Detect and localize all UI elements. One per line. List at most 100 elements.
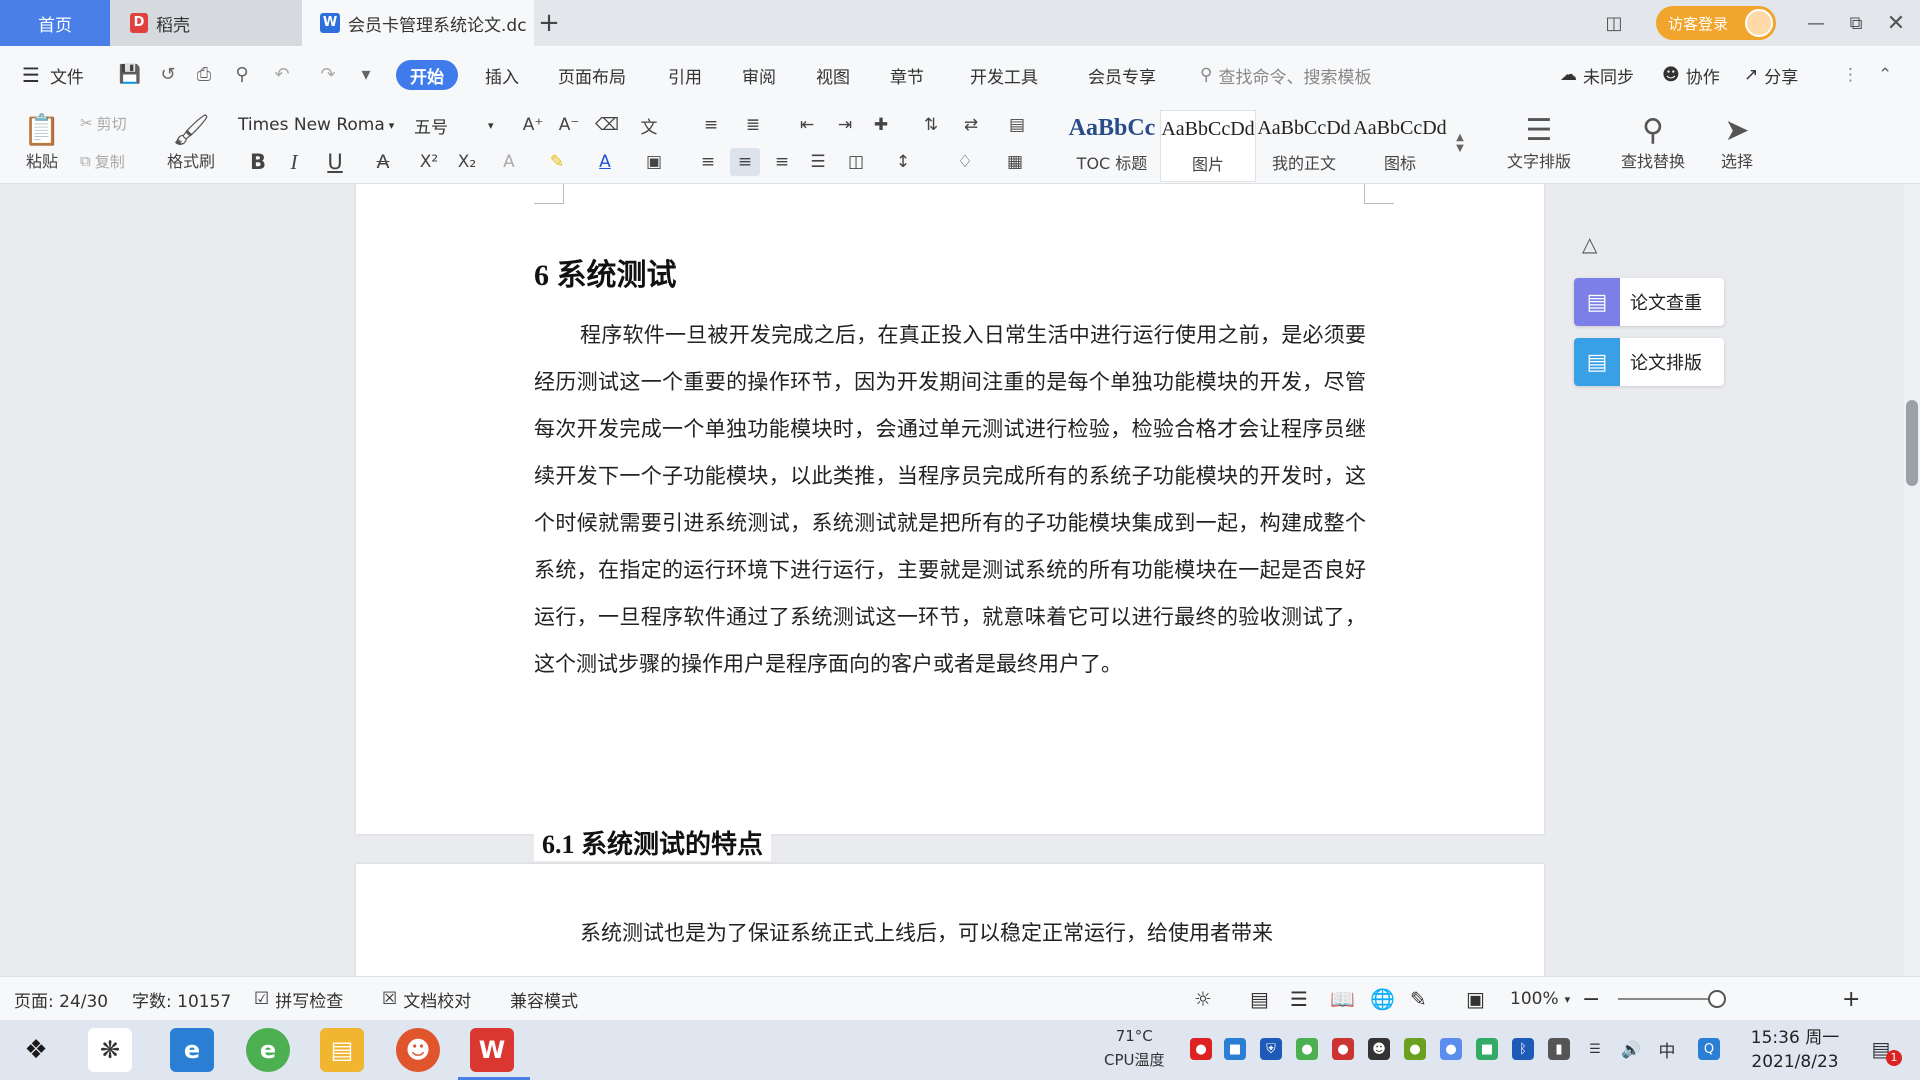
zoom-select[interactable]: 100% ▾: [1510, 977, 1570, 1021]
print-preview-icon[interactable]: ⚲: [230, 62, 254, 86]
redo-icon[interactable]: ↷: [316, 62, 340, 86]
cloud-save-icon[interactable]: ↺: [156, 62, 180, 86]
zoom-slider[interactable]: [1618, 998, 1718, 1000]
select-button[interactable]: ➤ 选择: [1706, 106, 1768, 180]
battery-icon[interactable]: ▮: [1548, 1038, 1570, 1060]
app-fan-icon[interactable]: ❋: [88, 1028, 132, 1072]
zoom-in-icon[interactable]: +: [1842, 977, 1860, 1021]
tray-app-icon[interactable]: ●: [1296, 1038, 1318, 1060]
font-color-icon[interactable]: A: [590, 148, 620, 176]
scrollbar-thumb[interactable]: [1906, 400, 1918, 486]
bluetooth-icon[interactable]: ᛒ: [1512, 1038, 1534, 1060]
page-view-icon[interactable]: ▤: [1250, 977, 1269, 1021]
distributed-align-icon[interactable]: ◫: [842, 148, 870, 176]
zoom-slider-handle[interactable]: [1708, 990, 1726, 1008]
ime-indicator[interactable]: 中: [1656, 1038, 1678, 1062]
thesis-layout-button[interactable]: ▤ 论文排版: [1574, 338, 1724, 386]
command-search[interactable]: ⚲ 查找命令、搜索模板: [1200, 60, 1371, 90]
italic-icon[interactable]: I: [282, 148, 306, 176]
minimize-icon[interactable]: —: [1800, 8, 1832, 38]
align-center-icon[interactable]: ≡: [730, 148, 760, 176]
tray-app-icon[interactable]: ■: [1476, 1038, 1498, 1060]
ruler-icon[interactable]: ▤: [1000, 112, 1034, 138]
file-explorer-icon[interactable]: ▤: [320, 1028, 364, 1072]
browser-360-icon[interactable]: e: [246, 1028, 290, 1072]
web-view-icon[interactable]: 🌐: [1370, 977, 1395, 1021]
file-menu[interactable]: ☰ 文件: [22, 60, 84, 90]
copy-button[interactable]: ⧉ 复制: [80, 148, 125, 174]
grow-font-icon[interactable]: A⁺: [520, 112, 546, 138]
zoom-out-icon[interactable]: −: [1582, 977, 1600, 1021]
vertical-scrollbar[interactable]: [1904, 184, 1920, 976]
system-clock[interactable]: 15:36 周一 2021/8/23: [1740, 1026, 1850, 1074]
style-toc-heading[interactable]: AaBbCc TOC 标题: [1064, 110, 1160, 182]
strikethrough-icon[interactable]: A: [366, 148, 400, 176]
window-layout-icon[interactable]: ◫: [1596, 8, 1632, 38]
phonetic-guide-icon[interactable]: 文: [632, 112, 666, 138]
word-count[interactable]: 字数: 10157: [132, 977, 231, 1021]
thesis-check-button[interactable]: ▤ 论文查重: [1574, 278, 1724, 326]
panel-collapse-icon[interactable]: △: [1582, 232, 1597, 256]
tray-app-icon[interactable]: ●: [1440, 1038, 1462, 1060]
borders-icon[interactable]: ▦: [1000, 148, 1030, 176]
proofread-button[interactable]: ☒ 文档校对: [382, 977, 471, 1021]
bold-icon[interactable]: B: [246, 148, 270, 176]
reading-view-icon[interactable]: 📖: [1330, 977, 1355, 1021]
tab-daoke[interactable]: D 稻壳: [110, 0, 302, 46]
menu-review[interactable]: 审阅: [742, 60, 776, 90]
sync-status[interactable]: ☁ 未同步: [1560, 60, 1634, 90]
tray-app-icon[interactable]: ●: [1404, 1038, 1426, 1060]
undo-icon[interactable]: ↶: [270, 62, 294, 86]
wps-writer-icon[interactable]: W: [470, 1028, 514, 1072]
collapse-ribbon-icon[interactable]: ⌃: [1878, 60, 1892, 90]
clear-format-icon[interactable]: ⌫: [594, 112, 620, 138]
font-size-select[interactable]: 五号 ▾: [414, 112, 506, 138]
tray-app-icon[interactable]: ■: [1224, 1038, 1246, 1060]
page-indicator[interactable]: 页面: 24/30: [14, 977, 108, 1021]
menu-page-layout[interactable]: 页面布局: [558, 60, 626, 90]
line-spacing-icon[interactable]: ↕: [888, 148, 918, 176]
new-tab-button[interactable]: +: [534, 0, 564, 46]
find-replace-button[interactable]: ⚲ 查找替换: [1608, 106, 1698, 180]
app-ninja-icon[interactable]: ☻: [396, 1028, 440, 1072]
highlight-icon[interactable]: ✎: [540, 148, 574, 176]
paragraph-mark-icon[interactable]: ⇄: [956, 112, 986, 138]
subscript-icon[interactable]: X₂: [452, 148, 482, 176]
menu-insert[interactable]: 插入: [485, 60, 519, 90]
font-name-select[interactable]: Times New Roma ▾: [238, 112, 410, 138]
tray-app-icon[interactable]: ●: [1332, 1038, 1354, 1060]
tab-document[interactable]: W 会员卡管理系统论文.dc: [302, 0, 534, 46]
shading-icon[interactable]: ♢: [950, 148, 980, 176]
volume-icon[interactable]: 🔊: [1620, 1038, 1642, 1060]
paste-button[interactable]: 📋 粘贴: [14, 106, 70, 180]
sort-icon[interactable]: ⇅: [918, 112, 944, 138]
menu-home[interactable]: 开始: [396, 60, 458, 90]
restore-icon[interactable]: ⧉: [1840, 8, 1872, 38]
char-border-icon[interactable]: ▣: [640, 148, 668, 176]
close-icon[interactable]: ✕: [1880, 8, 1912, 38]
more-icon[interactable]: ⋮: [1842, 60, 1859, 90]
document-page[interactable]: 系统测试也是为了保证系统正式上线后，可以稳定正常运行，给使用者带来: [356, 864, 1544, 976]
superscript-icon[interactable]: X²: [414, 148, 444, 176]
menu-member[interactable]: 会员专享: [1088, 60, 1156, 90]
guest-login-button[interactable]: 访客登录: [1656, 6, 1776, 40]
style-gallery-scroll[interactable]: ▲ ▼: [1452, 110, 1468, 176]
style-my-body[interactable]: AaBbCcDd 我的正文: [1256, 110, 1352, 182]
eye-protection-icon[interactable]: ☼: [1194, 977, 1212, 1021]
pen-icon[interactable]: ✎: [1410, 977, 1427, 1021]
share-button[interactable]: ↗ 分享: [1744, 60, 1798, 90]
shrink-font-icon[interactable]: A⁻: [556, 112, 582, 138]
qq-tray-icon[interactable]: Q: [1698, 1038, 1720, 1060]
windows-start-icon[interactable]: ❖: [14, 1028, 58, 1072]
format-painter-button[interactable]: 🖌 格式刷: [160, 106, 222, 180]
shield-icon[interactable]: ⛨: [1260, 1038, 1282, 1060]
menu-view[interactable]: 视图: [816, 60, 850, 90]
qq-icon[interactable]: ☻: [1368, 1038, 1390, 1060]
style-icon[interactable]: AaBbCcDd 图标: [1352, 110, 1448, 182]
tab-home[interactable]: 首页: [0, 0, 110, 46]
menu-chapter[interactable]: 章节: [890, 60, 924, 90]
increase-indent-icon[interactable]: ⇥: [830, 112, 860, 138]
style-picture[interactable]: AaBbCcDd 图片: [1160, 110, 1256, 182]
quick-access-dropdown-icon[interactable]: ▾: [354, 62, 378, 86]
ie-browser-icon[interactable]: e: [170, 1028, 214, 1072]
